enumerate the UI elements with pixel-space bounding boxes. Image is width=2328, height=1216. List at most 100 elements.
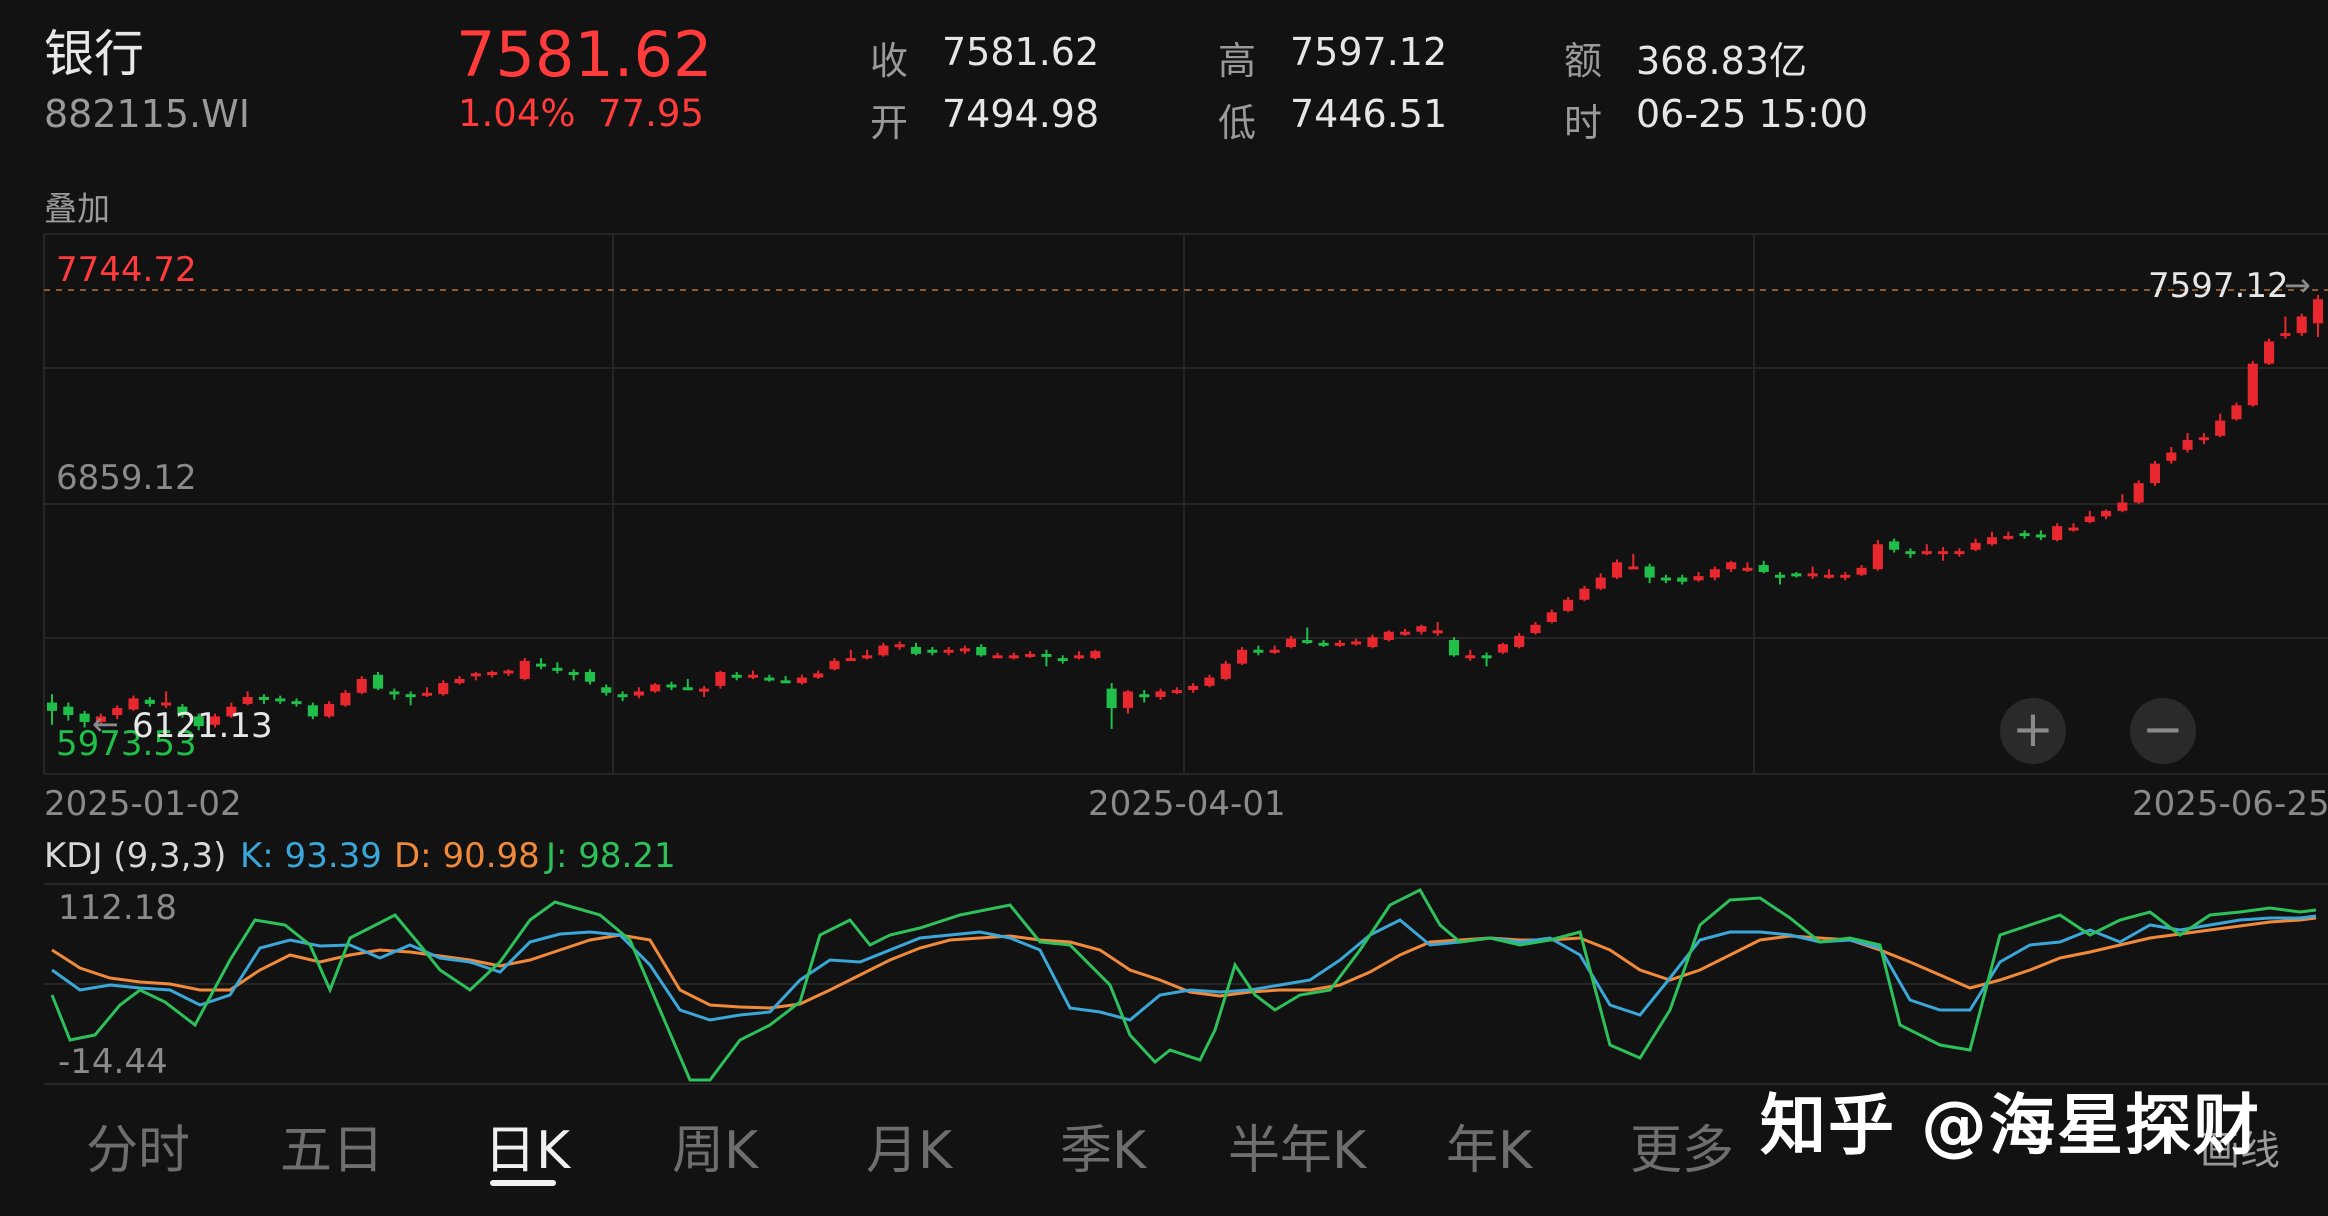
x-axis-date-start: 2025-01-02 [44, 784, 242, 824]
candle [1107, 689, 1117, 708]
candle [585, 672, 595, 682]
candle [797, 678, 807, 684]
candle [1677, 578, 1687, 582]
candle [275, 698, 285, 701]
candle [2215, 421, 2225, 436]
candle [1726, 562, 1736, 569]
candle [63, 707, 73, 715]
candle [259, 697, 269, 700]
candle [666, 684, 676, 687]
candle [1905, 551, 1915, 554]
candle [1204, 678, 1214, 686]
candle [781, 680, 791, 683]
candle [487, 672, 497, 675]
candle [1840, 575, 1850, 578]
zoom-out-button[interactable]: − [2130, 698, 2196, 764]
candle [1041, 654, 1051, 657]
candle [1367, 637, 1377, 647]
candle [1808, 573, 1818, 576]
candle [2134, 483, 2144, 502]
candle [1319, 643, 1329, 646]
x-axis-date-end: 2025-06-25 [2132, 784, 2328, 824]
candle [308, 705, 318, 716]
kdj-y-bottom: -14.44 [58, 1042, 168, 1082]
candle [683, 687, 693, 690]
candle [732, 675, 742, 678]
kdj-d-line [52, 918, 2316, 1008]
kdj-lines [44, 884, 2328, 1084]
candle [1058, 658, 1068, 661]
candle [1400, 632, 1410, 635]
candle [862, 655, 872, 658]
candle [1449, 640, 1459, 655]
candle [1579, 589, 1589, 600]
candle [846, 658, 856, 661]
tab-yearly-k[interactable]: 年K [1446, 1108, 1532, 1183]
candle [2068, 528, 2078, 531]
candle [1971, 543, 1981, 550]
chart-grid [44, 234, 2328, 774]
candle [2280, 333, 2290, 336]
candle [1465, 655, 1475, 658]
candle [1954, 551, 1964, 554]
candle [373, 675, 383, 689]
candle [601, 687, 611, 693]
candle [1139, 694, 1149, 697]
candle [1270, 650, 1280, 653]
candle [1302, 640, 1312, 643]
candle [1253, 650, 1263, 653]
high-marker-label: 7597.12 [2148, 266, 2289, 306]
candle [1824, 575, 1834, 578]
active-tab-indicator [490, 1180, 556, 1186]
candle [1155, 691, 1165, 697]
candle [1661, 578, 1671, 581]
watermark: 知乎 @海星探财 [1760, 1072, 2261, 1168]
candle [1775, 575, 1785, 578]
candle [406, 694, 416, 697]
candle [960, 648, 970, 651]
zoom-in-button[interactable]: + [2000, 698, 2066, 764]
candle [1759, 565, 1769, 572]
candle [699, 689, 709, 692]
tab-half-year-k[interactable]: 半年K [1228, 1108, 1366, 1183]
tab-monthly-k[interactable]: 月K [866, 1108, 952, 1183]
y-axis-top-label: 7744.72 [56, 250, 197, 290]
candle [1237, 650, 1247, 664]
candle [650, 684, 660, 691]
candle [1498, 644, 1508, 652]
candle [520, 661, 530, 679]
candle [1612, 562, 1622, 577]
tab-daily-k[interactable]: 日K [484, 1108, 570, 1183]
kdj-k-value: K: 93.39 [240, 836, 382, 876]
tab-five-day[interactable]: 五日 [280, 1108, 384, 1183]
candle [2117, 503, 2127, 511]
candle [1596, 578, 1606, 589]
candle [1710, 569, 1720, 577]
candle [829, 661, 839, 669]
candle [1938, 551, 1948, 554]
candle [2036, 534, 2046, 537]
candle [1873, 544, 1883, 569]
candle [1335, 643, 1345, 646]
kdj-title[interactable]: KDJ (9,3,3) [44, 836, 226, 876]
candle [1547, 612, 1557, 622]
candle [243, 697, 253, 704]
candle [634, 691, 644, 695]
candle [1025, 654, 1035, 657]
candle [992, 655, 1002, 658]
candle [2101, 511, 2111, 517]
candle [471, 673, 481, 676]
tab-intraday[interactable]: 分时 [86, 1108, 190, 1183]
tab-more[interactable]: 更多 [1630, 1108, 1734, 1183]
candle [1416, 626, 1426, 632]
candle [895, 644, 905, 647]
tab-weekly-k[interactable]: 周K [672, 1108, 758, 1183]
candle [1433, 630, 1443, 633]
candle [47, 703, 57, 711]
candle [80, 714, 90, 722]
candle [1645, 566, 1655, 577]
kline-chart[interactable] [0, 0, 2328, 1216]
candle [1172, 690, 1182, 693]
tab-quarterly-k[interactable]: 季K [1060, 1108, 1146, 1183]
candle [422, 693, 432, 696]
